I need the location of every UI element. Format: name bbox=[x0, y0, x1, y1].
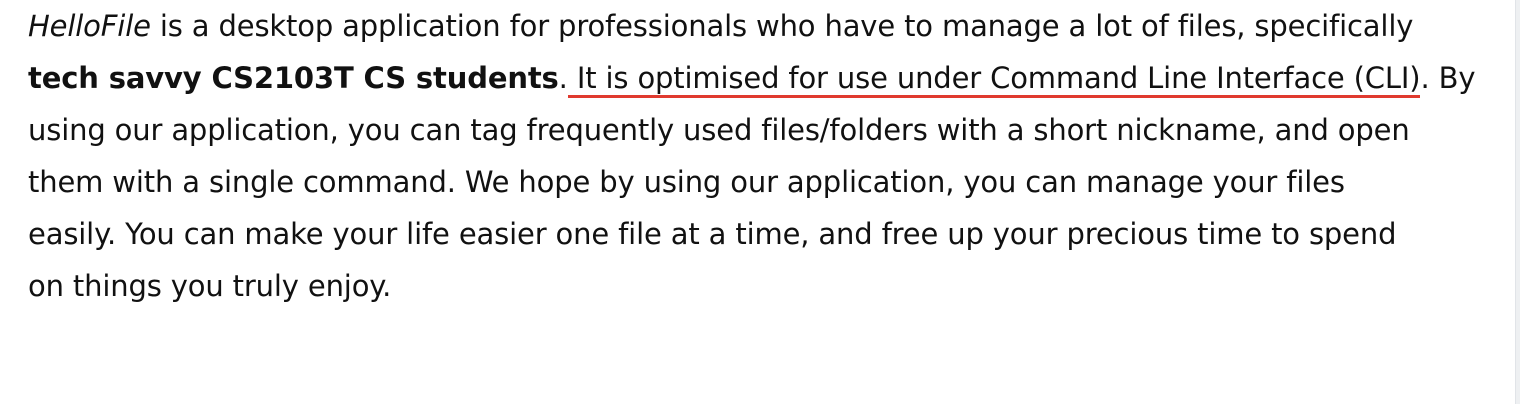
target-users-bold: tech savvy CS2103T CS students bbox=[28, 61, 559, 95]
app-name: HelloFile bbox=[28, 9, 151, 43]
cli-highlight-underlined: It is optimised for use under Command Li… bbox=[567, 61, 1421, 98]
intro-paragraph: HelloFile is a desktop application for p… bbox=[28, 0, 1508, 312]
document-content: HelloFile is a desktop application for p… bbox=[28, 0, 1508, 312]
line-2-period: . bbox=[558, 61, 568, 95]
paragraph-line-1: HelloFile is a desktop application for p… bbox=[28, 0, 1508, 52]
paragraph-line-4: them with a single command. We hope by u… bbox=[28, 165, 1345, 199]
line-1-text: is a desktop application for professiona… bbox=[150, 9, 1414, 43]
line-2-after: . By bbox=[1420, 61, 1476, 95]
paragraph-line-2: tech savvy CS2103T CS students. It is op… bbox=[28, 52, 1508, 104]
scrollbar-track[interactable] bbox=[1515, 0, 1520, 404]
paragraph-line-5: easily. You can make your life easier on… bbox=[28, 217, 1397, 251]
paragraph-line-6: on things you truly enjoy. bbox=[28, 269, 392, 303]
paragraph-line-3: using our application, you can tag frequ… bbox=[28, 113, 1410, 147]
